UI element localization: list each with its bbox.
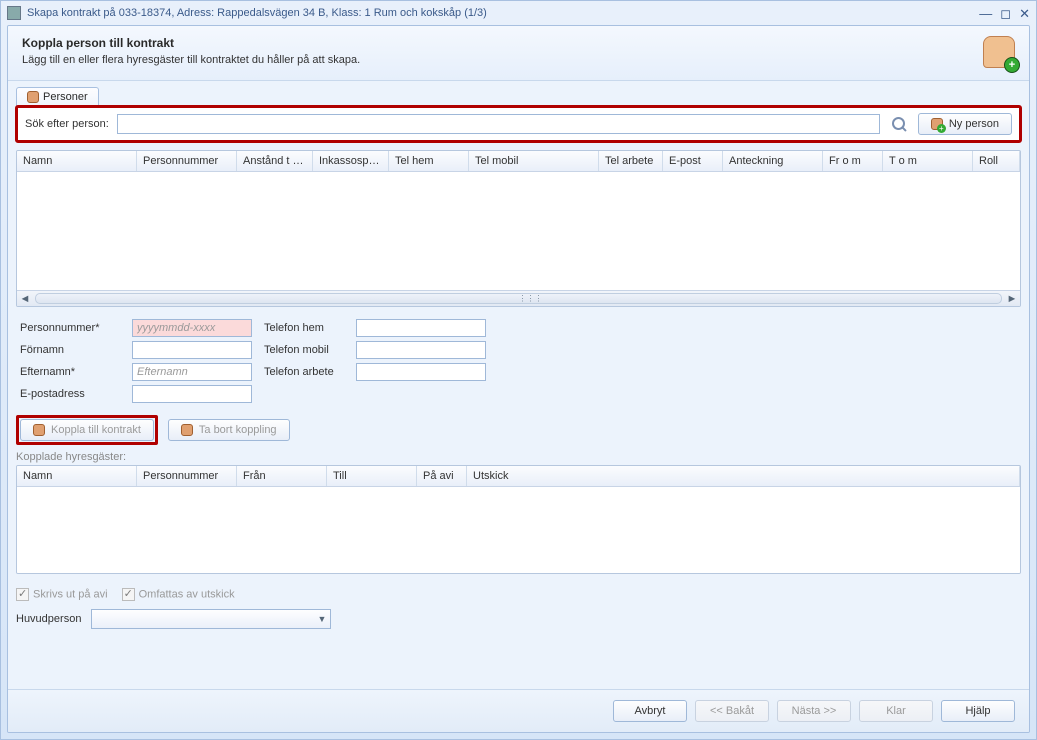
omfattas-label: Omfattas av utskick [139,588,235,600]
scroll-right-icon[interactable]: ► [1004,291,1020,306]
klar-button[interactable]: Klar [859,700,933,722]
chevron-down-icon: ▼ [318,614,327,624]
highlight-koppla: Koppla till kontrakt [16,415,158,445]
checkbox-icon [122,588,135,601]
grid-header: Namn Personnummer Från Till På avi Utski… [17,466,1020,487]
huvudperson-row: Huvudperson ▼ [16,609,1021,629]
kopplade-grid: Namn Personnummer Från Till På avi Utski… [16,465,1021,574]
telarbete-label: Telefon arbete [264,366,344,378]
huvudperson-dropdown[interactable]: ▼ [91,609,331,629]
content-frame: Koppla person till kontrakt Lägg till en… [7,25,1030,733]
grid-body[interactable] [17,172,1020,290]
telhem-label: Telefon hem [264,322,344,334]
col-anteckning[interactable]: Anteckning [723,151,823,171]
tab-label: Personer [43,91,88,103]
horizontal-scrollbar[interactable]: ◄ ⋮⋮⋮ ► [17,290,1020,306]
omfattas-checkbox[interactable]: Omfattas av utskick [122,588,235,601]
fornamn-field[interactable] [132,341,252,359]
tabort-button[interactable]: Ta bort koppling [168,419,290,441]
maximize-button[interactable]: ◻ [1000,7,1011,20]
search-icon [892,117,906,131]
telarbete-field[interactable] [356,363,486,381]
search-label: Sök efter person: [25,118,109,130]
minimize-button[interactable]: — [979,7,992,20]
col2-namn[interactable]: Namn [17,466,137,486]
efternamn-field[interactable] [132,363,252,381]
new-person-button[interactable]: Ny person [918,113,1012,135]
telmobil-label: Telefon mobil [264,344,344,356]
kopplade-label: Kopplade hyresgäster: [16,451,1021,463]
col-telarbete[interactable]: Tel arbete [599,151,663,171]
search-panel: Sök efter person: Ny person [16,106,1021,142]
page-title: Koppla person till kontrakt [22,36,360,50]
person-add-icon [983,36,1015,68]
tab-personer[interactable]: Personer [16,87,99,106]
person-icon [33,424,45,436]
grid-body[interactable] [17,487,1020,573]
personnummer-label: Personnummer* [20,322,120,334]
col2-paavi[interactable]: På avi [417,466,467,486]
skrivs-checkbox[interactable]: Skrivs ut på avi [16,588,108,601]
col-from[interactable]: Fr o m [823,151,883,171]
search-results-grid: Namn Personnummer Anstånd t o... Inkasso… [16,150,1021,307]
efternamn-label: Efternamn* [20,366,120,378]
col-telmobil[interactable]: Tel mobil [469,151,599,171]
tabort-label: Ta bort koppling [199,424,277,436]
telhem-field[interactable] [356,319,486,337]
checkbox-row: Skrivs ut på avi Omfattas av utskick [16,588,1021,601]
koppla-label: Koppla till kontrakt [51,424,141,436]
telmobil-field[interactable] [356,341,486,359]
personnummer-field[interactable] [132,319,252,337]
avbryt-button[interactable]: Avbryt [613,700,687,722]
koppla-button[interactable]: Koppla till kontrakt [20,419,154,441]
search-input[interactable] [117,114,880,134]
fornamn-label: Förnamn [20,344,120,356]
checkbox-icon [16,588,29,601]
scroll-grip-icon: ⋮⋮⋮ [519,294,543,303]
col-personnummer[interactable]: Personnummer [137,151,237,171]
search-button[interactable] [888,113,910,135]
wizard-footer: Avbryt << Bakåt Nästa >> Klar Hjälp [8,689,1029,732]
new-person-label: Ny person [949,118,999,130]
tab-strip: Personer [8,81,1029,106]
nasta-button[interactable]: Nästa >> [777,700,851,722]
avbryt-label: Avbryt [635,705,666,717]
hjalp-label: Hjälp [965,705,990,717]
window-frame: Skapa kontrakt på 033-18374, Adress: Rap… [0,0,1037,740]
col2-till[interactable]: Till [327,466,417,486]
hjalp-button[interactable]: Hjälp [941,700,1015,722]
col-telhem[interactable]: Tel hem [389,151,469,171]
page-subtitle: Lägg till en eller flera hyresgäster til… [22,54,360,66]
window-title: Skapa kontrakt på 033-18374, Adress: Rap… [27,7,487,19]
person-icon [27,91,39,103]
person-add-icon [931,118,943,130]
huvudperson-label: Huvudperson [16,613,81,625]
col2-utskick[interactable]: Utskick [467,466,1020,486]
col-anstand[interactable]: Anstånd t o... [237,151,313,171]
epost-label: E-postadress [20,388,120,400]
col-namn[interactable]: Namn [17,151,137,171]
action-row: Koppla till kontrakt Ta bort koppling [16,415,1021,445]
grid-header: Namn Personnummer Anstånd t o... Inkasso… [17,151,1020,172]
col2-personnummer[interactable]: Personnummer [137,466,237,486]
col-inkasso[interactable]: Inkassospä... [313,151,389,171]
scroll-left-icon[interactable]: ◄ [17,291,33,306]
epost-field[interactable] [132,385,252,403]
col-roll[interactable]: Roll [973,151,1020,171]
bakat-label: << Bakåt [710,705,754,717]
close-button[interactable]: ✕ [1019,7,1030,20]
person-form: Personnummer* Telefon hem Förnamn Telefo… [16,315,1021,407]
col2-fran[interactable]: Från [237,466,327,486]
skrivs-label: Skrivs ut på avi [33,588,108,600]
titlebar: Skapa kontrakt på 033-18374, Adress: Rap… [1,1,1036,25]
app-icon [7,6,21,20]
bakat-button[interactable]: << Bakåt [695,700,769,722]
col-epost[interactable]: E-post [663,151,723,171]
wizard-header: Koppla person till kontrakt Lägg till en… [8,26,1029,81]
klar-label: Klar [886,705,906,717]
person-icon [181,424,193,436]
col-tom[interactable]: T o m [883,151,973,171]
nasta-label: Nästa >> [792,705,837,717]
